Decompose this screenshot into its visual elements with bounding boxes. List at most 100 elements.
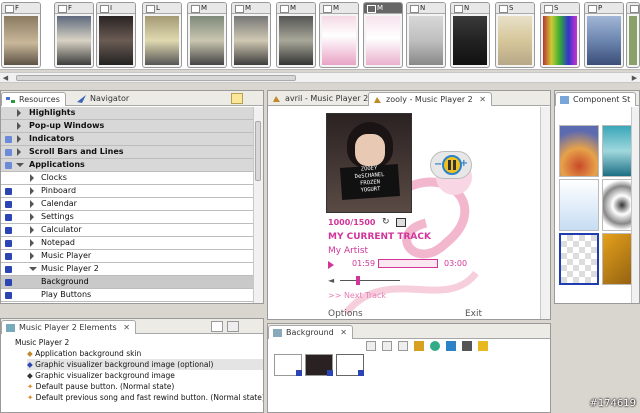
checkbox-checked[interactable] [296,370,302,376]
checkbox-checked[interactable] [5,266,12,273]
collapse-icon[interactable] [16,163,24,167]
checkbox-checked[interactable] [5,240,12,247]
tree-row-calculator[interactable]: Calculator [1,224,263,237]
element-item[interactable]: ◆ Application background skin [27,348,263,359]
theme-thumbnail[interactable]: M [276,2,316,68]
swatch-red-arcs[interactable] [559,125,599,177]
volume-slider-handle[interactable] [356,276,360,285]
tool-icon[interactable] [446,341,456,351]
theme-thumbnail[interactable]: N [406,2,446,68]
play-icon[interactable] [328,261,334,269]
expand-icon[interactable] [30,226,34,234]
tab-navigator[interactable]: Navigator [73,92,134,106]
tree-row-popup-windows[interactable]: Pop-up Windows [1,120,263,133]
scrollbar-thumb[interactable] [16,75,296,81]
theme-thumbnail[interactable]: S [626,2,640,68]
close-tab-icon[interactable]: ✕ [340,328,347,337]
expand-icon[interactable] [17,148,21,156]
tree-row-indicators[interactable]: Indicators [1,133,263,146]
expand-icon[interactable] [30,213,34,221]
theme-thumbnail[interactable]: S [495,2,535,68]
checkbox-checked[interactable] [5,201,12,208]
tree-row-pinboard[interactable]: Pinboard [1,185,263,198]
tool-icon[interactable] [366,341,376,351]
theme-thumbnail[interactable]: P [584,2,624,68]
checkbox-checked[interactable] [5,292,12,299]
list-view-icon[interactable] [211,321,223,332]
checkbox-checked[interactable] [5,253,12,260]
checkbox-checked[interactable] [358,370,364,376]
scroll-left-arrow[interactable]: ◀ [0,73,11,83]
filmstrip-scrollbar[interactable]: ◀ ▶ [0,72,640,83]
swatch-transparent-selected[interactable] [559,233,599,285]
tool-icon[interactable] [398,341,408,351]
expand-icon[interactable] [30,200,34,208]
tree-row-clocks[interactable]: Clocks [1,172,263,185]
tool-icon[interactable] [462,341,472,351]
tab-background[interactable]: Background ✕ [268,325,353,339]
scroll-right-arrow[interactable]: ▶ [629,73,640,83]
element-item[interactable]: ◆ Graphic visualizer background image (o… [27,359,263,370]
tree-row-notepad[interactable]: Notepad [1,237,263,250]
tree-row-settings[interactable]: Settings [1,211,263,224]
swatch-light-blue[interactable] [559,179,599,231]
tool-icon[interactable] [382,341,392,351]
softkey-exit[interactable]: Exit [465,309,482,319]
tab-avril-music-player-2[interactable]: avril - Music Player 2 [268,92,373,106]
expand-icon[interactable] [17,135,21,143]
resources-scrollbar[interactable] [253,107,263,303]
volume-control[interactable]: − + [430,151,472,179]
close-tab-icon[interactable]: ✕ [123,323,130,332]
theme-thumbnail[interactable]: F [54,2,94,68]
volume-slider[interactable] [340,280,400,281]
checkbox-checked[interactable] [5,279,12,286]
element-item[interactable]: ✦ Default pause button. (Normal state) [27,381,263,392]
element-item[interactable]: ✦ Default previous song and fast rewind … [27,392,263,403]
collapse-icon[interactable] [29,267,37,271]
theme-thumbnail-selected[interactable]: M [363,2,403,68]
tree-row-scroll-bars[interactable]: Scroll Bars and Lines [1,146,263,159]
expand-icon[interactable] [30,187,34,195]
tree-view-icon[interactable] [227,321,239,332]
element-item[interactable]: Music Player 2 [15,337,69,348]
theme-thumbnail[interactable]: M [319,2,359,68]
tree-row-background[interactable]: Background [1,276,263,289]
theme-thumbnail[interactable]: I [96,2,136,68]
tab-component-store[interactable]: Component St [555,92,637,106]
checkbox-checked[interactable] [327,370,333,376]
tree-row-music-player[interactable]: Music Player [1,250,263,263]
track-progress-bar[interactable] [378,259,438,268]
softkey-options[interactable]: Options [328,309,363,319]
checkbox-checked[interactable] [5,227,12,234]
tab-zooly-music-player-2[interactable]: zooly - Music Player 2 ✕ [368,92,492,106]
tool-icon[interactable] [478,341,488,351]
tool-icon[interactable] [430,341,440,351]
next-track-link[interactable]: >> Next Track [328,291,386,300]
theme-thumbnail[interactable]: M [231,2,271,68]
theme-thumbnail[interactable]: M [187,2,227,68]
tab-resources[interactable]: Resources [1,92,66,106]
repeat-icon[interactable]: ↻ [382,217,390,227]
theme-thumbnail[interactable]: F [1,2,41,68]
checkbox-checked[interactable] [5,214,12,221]
expand-icon[interactable] [30,252,34,260]
expand-icon[interactable] [30,174,34,182]
close-tab-icon[interactable]: ✕ [479,95,486,104]
theme-thumbnail[interactable]: S [540,2,580,68]
expand-icon[interactable] [17,122,21,130]
link-editor-icon[interactable] [231,93,243,104]
tree-row-calendar[interactable]: Calendar [1,198,263,211]
tree-row-highlights[interactable]: Highlights [1,107,263,120]
background-thumb[interactable] [336,354,364,376]
tree-row-play-buttons[interactable]: Play Buttons [1,289,263,302]
theme-thumbnail[interactable]: L [142,2,182,68]
tree-row-music-player-2[interactable]: Music Player 2 [1,263,263,276]
element-item[interactable]: ◆ Graphic visualizer background image [27,370,263,381]
theme-thumbnail[interactable]: N [450,2,490,68]
background-thumb[interactable] [274,354,302,376]
scrollbar-thumb[interactable] [255,121,261,181]
checkbox-checked[interactable] [5,188,12,195]
tool-icon[interactable] [414,341,424,351]
expand-icon[interactable] [30,239,34,247]
tab-music-player-2-elements[interactable]: Music Player 2 Elements ✕ [1,320,136,334]
